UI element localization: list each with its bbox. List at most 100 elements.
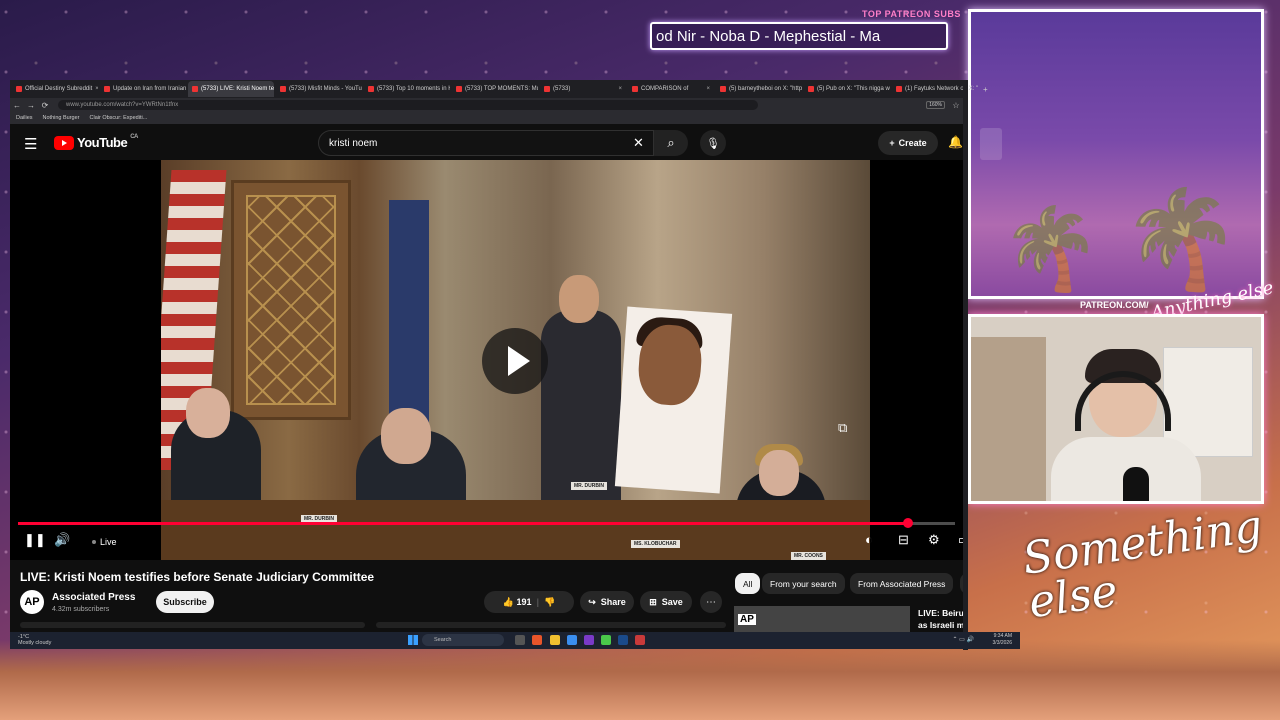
big-play-button[interactable]	[482, 328, 548, 394]
new-tab-icon[interactable]: +	[980, 85, 991, 94]
tab-label: (5733) LIVE: Kristi Noem te	[201, 86, 274, 92]
webcam-shelf	[971, 337, 1046, 501]
overlay-bottom-texture	[0, 640, 1280, 720]
windows-start-icon[interactable]	[408, 635, 418, 645]
miniplayer-icon[interactable]: ⧉	[838, 420, 847, 436]
favicon-icon	[280, 86, 286, 92]
browser-taskbar-icon[interactable]	[532, 635, 542, 645]
tab-label: (5733) Top 10 moments in Hillo	[377, 86, 450, 92]
system-tray-icons[interactable]: ⌃ ▭ 🔊	[952, 636, 974, 643]
taskbar-search-input[interactable]: Search	[422, 634, 504, 646]
tab-label: (5) Pub on X: "This nigga was in"	[817, 86, 890, 92]
like-count: 191	[516, 596, 532, 607]
video-player[interactable]: MR. DURBIN MR. DURBIN MS. KLOBUCHAR MR. …	[10, 160, 963, 560]
browser-tab[interactable]: (5733) ×	[540, 81, 626, 97]
favicon-icon	[192, 86, 198, 92]
browser-tab[interactable]: COMPARISON of ×	[628, 81, 714, 97]
recommendation-thumbnail[interactable]	[734, 606, 910, 632]
bookmark-item[interactable]: Dailies	[16, 115, 33, 121]
like-button[interactable]: 👍 191	[503, 597, 532, 608]
chip-all[interactable]: All	[735, 573, 761, 594]
back-icon[interactable]: ←	[10, 101, 24, 110]
dislike-button[interactable]: 👎	[544, 597, 555, 608]
theater-mode-icon[interactable]: ▭	[958, 532, 963, 548]
channel-avatar[interactable]: AP	[20, 590, 44, 614]
video-senator-1-head	[186, 388, 230, 438]
weather-widget[interactable]: -1°C Mostly cloudy	[18, 634, 51, 646]
bookmark-star-icon[interactable]: ☆	[949, 101, 963, 110]
url-bar[interactable]: www.youtube.com/watch?v=YWRtNn1tfnx	[58, 100, 758, 110]
live-indicator[interactable]: Live	[92, 537, 117, 547]
close-tab-icon[interactable]: ×	[706, 86, 710, 92]
taskbar-clock[interactable]: 9:34 AM 3/3/2026	[993, 633, 1012, 647]
autoplay-icon[interactable]: ◐	[865, 532, 873, 547]
save-icon: ⊞	[649, 596, 657, 607]
settings-gear-icon[interactable]: ⚙	[928, 532, 940, 548]
browser-tab[interactable]: (5) barneytheboi on X: "https:"×	[716, 81, 802, 97]
task-view-icon[interactable]	[515, 635, 525, 645]
app-taskbar-icon[interactable]	[584, 635, 594, 645]
browser-tab[interactable]: (5733) Misfit Minds - YouTube×	[276, 81, 362, 97]
region-code: CA	[130, 133, 138, 140]
browser-tab[interactable]: Official Destiny Subreddit ×	[12, 81, 98, 97]
subtitles-icon[interactable]: ⊟	[898, 532, 909, 548]
browser-tab[interactable]: (5733) Top 10 moments in Hillo×	[364, 81, 450, 97]
nameplate: MR. DURBIN	[571, 482, 607, 490]
youtube-page: ☰ YouTube CA kristi noem ✕ ⌕ 🎙 + Create 🔔	[10, 124, 963, 632]
description-placeholder	[20, 622, 365, 628]
notifications-bell-icon[interactable]: 🔔	[948, 135, 963, 149]
search-button[interactable]: ⌕	[654, 130, 688, 156]
file-explorer-icon[interactable]	[550, 635, 560, 645]
bookmark-item[interactable]: Nothing Burger	[43, 115, 80, 121]
chip-from-search[interactable]: From your search	[762, 573, 845, 594]
recommendation-title[interactable]: LIVE: Beirut skyline as Israeli military…	[918, 607, 963, 631]
app-taskbar-icon[interactable]	[635, 635, 645, 645]
more-actions-button[interactable]: ⋯	[700, 591, 722, 613]
youtube-play-icon	[54, 135, 74, 150]
zoom-level[interactable]: 160%	[926, 101, 945, 109]
browser-tab[interactable]: (5733) LIVE: Kristi Noem te×	[188, 81, 274, 97]
browser-tab[interactable]: (5733) TOP MOMENTS: Must-s×	[452, 81, 538, 97]
close-tab-icon[interactable]: ×	[95, 86, 98, 92]
live-label: Live	[100, 537, 117, 547]
subscribe-button[interactable]: Subscribe	[156, 591, 214, 613]
reload-icon[interactable]: ⟳	[38, 101, 52, 110]
favicon-icon	[896, 86, 902, 92]
create-button[interactable]: + Create	[878, 131, 938, 155]
progress-scrubber[interactable]	[903, 518, 914, 528]
browser-edge	[963, 80, 968, 650]
browser-tab[interactable]: (5) Pub on X: "This nigga was in"×	[804, 81, 890, 97]
thumbs-up-icon: 👍	[502, 596, 514, 607]
bookmark-item[interactable]: Clair Obscur: Expediti...	[90, 115, 148, 121]
windows-taskbar: -1°C Mostly cloudy Search ⌃ ▭ 🔊 9:34 AM …	[10, 632, 1020, 649]
share-label: Share	[600, 597, 626, 607]
clear-search-icon[interactable]: ✕	[633, 135, 644, 151]
plus-icon: +	[889, 138, 895, 148]
search-input[interactable]: kristi noem	[318, 130, 654, 156]
app-taskbar-icon[interactable]	[567, 635, 577, 645]
youtube-logo[interactable]: YouTube CA	[54, 133, 138, 150]
share-button[interactable]: ↪ Share	[580, 591, 634, 613]
youtube-logo-text: YouTube	[77, 135, 128, 150]
app-taskbar-icon[interactable]	[601, 635, 611, 645]
progress-bar[interactable]	[18, 518, 955, 528]
save-button[interactable]: ⊞ Save	[640, 591, 692, 613]
channel-name[interactable]: Associated Press	[52, 592, 135, 603]
nameplate: MS. KLOBUCHAR	[631, 540, 680, 548]
palm-tree-icon: 🌴	[1001, 204, 1101, 293]
progress-fill	[18, 522, 909, 525]
pause-icon[interactable]: ❚❚	[24, 532, 46, 548]
steam-icon[interactable]	[618, 635, 628, 645]
voice-search-button[interactable]: 🎙	[700, 130, 726, 156]
streamer	[1051, 349, 1201, 501]
browser-tab[interactable]: Update on Iran from Iranian Dr.×	[100, 81, 186, 97]
chip-from-channel[interactable]: From Associated Press	[850, 573, 954, 594]
volume-icon[interactable]: 🔊	[54, 532, 70, 548]
close-tab-icon[interactable]: ×	[618, 86, 622, 92]
menu-icon[interactable]: ☰	[24, 135, 37, 153]
favicon-icon	[456, 86, 462, 92]
video-title: LIVE: Kristi Noem testifies before Senat…	[20, 570, 375, 584]
forward-icon[interactable]: →	[24, 101, 38, 110]
chip-truncated[interactable]: Po	[960, 573, 963, 594]
microphone	[1123, 467, 1149, 501]
